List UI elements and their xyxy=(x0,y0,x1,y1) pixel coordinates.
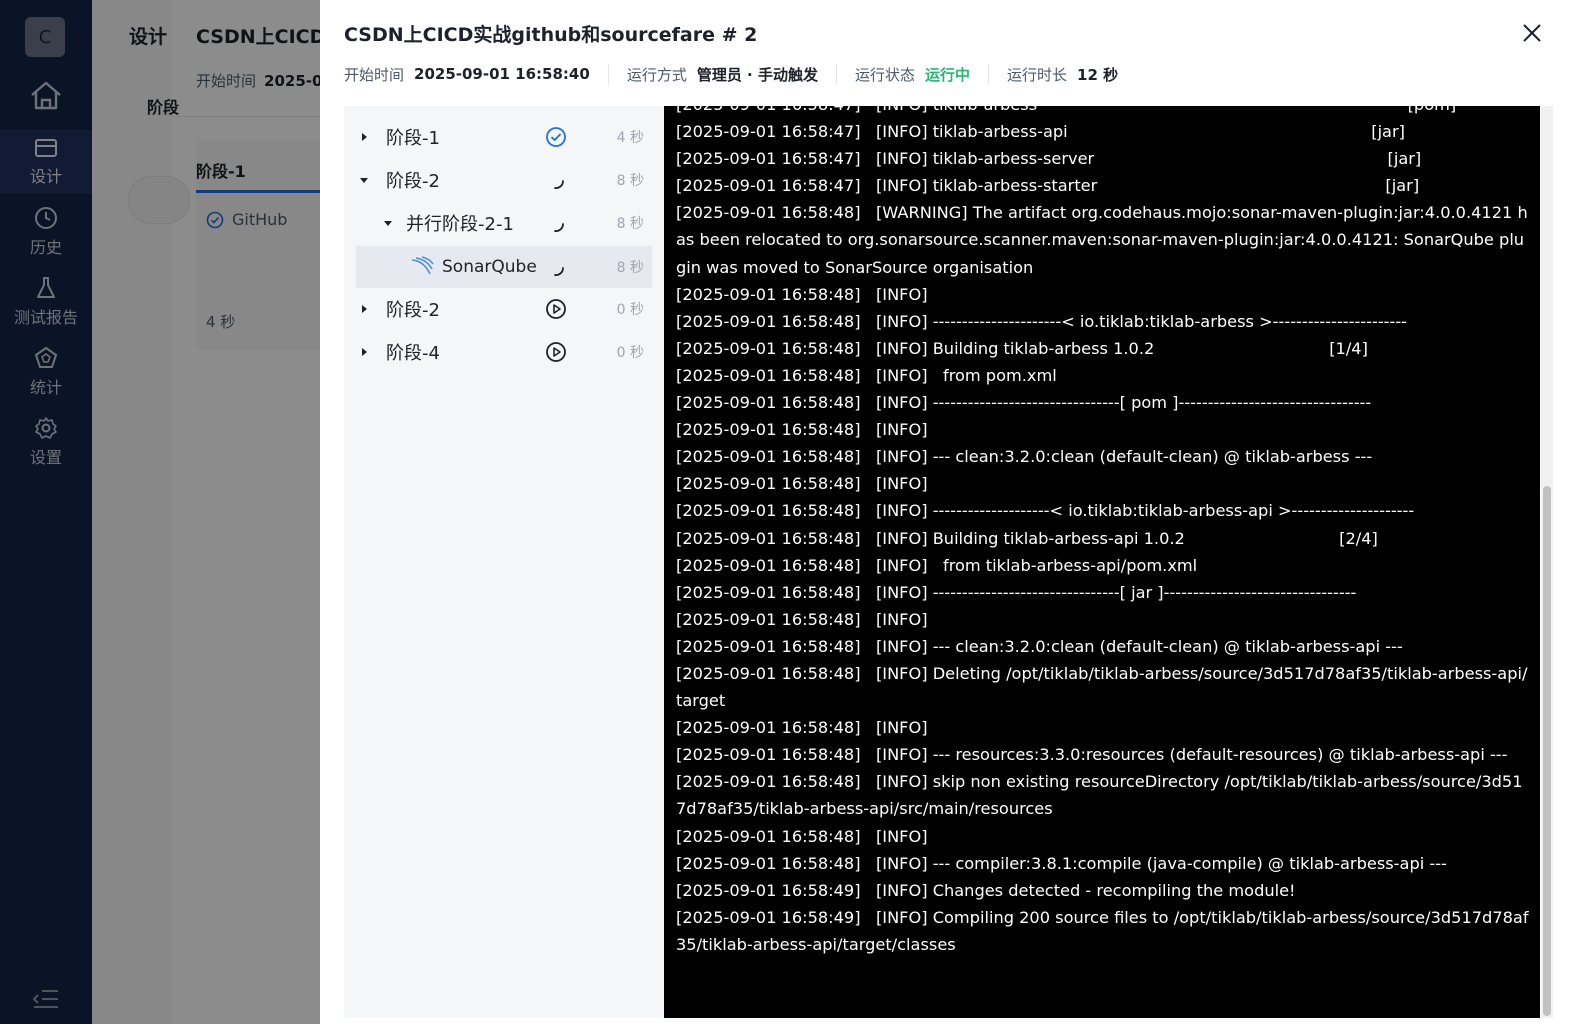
log-scrollbar-thumb[interactable] xyxy=(1543,486,1551,1016)
tree-item-time: 4 秒 xyxy=(616,130,644,146)
meta-label: 运行方式 xyxy=(626,65,687,84)
log-line: [2025-09-01 16:58:48] [INFO] Building ti… xyxy=(676,528,1378,548)
run-detail-drawer: CSDN上CICD实战github和sourcefare # 2 开始时间 20… xyxy=(320,0,1595,1024)
tree-item-sonarqube[interactable]: SonarQube 8 秒 xyxy=(356,246,652,288)
log-line: [2025-09-01 16:58:48] [INFO] xyxy=(676,420,928,440)
log-line: [2025-09-01 16:58:48] [INFO] --- compile… xyxy=(676,853,1447,873)
meta-label: 开始时间 xyxy=(344,65,405,84)
pending-play-icon xyxy=(544,340,568,364)
caret-right-icon[interactable] xyxy=(356,301,372,317)
log-line: [2025-09-01 16:58:48] [INFO] -----------… xyxy=(676,393,1372,413)
log-line: [2025-09-01 16:58:48] [INFO] from pom.xm… xyxy=(676,365,1057,385)
caret-right-icon[interactable] xyxy=(356,129,372,145)
log-line: [2025-09-01 16:58:47] [INFO] tiklab-arbe… xyxy=(676,176,1420,196)
log-line: [2025-09-01 16:58:48] [INFO] skip non ex… xyxy=(676,772,1523,819)
log-line: [2025-09-01 16:58:48] [INFO] Building ti… xyxy=(676,338,1368,358)
tree-item-label: 并行阶段-2-1 xyxy=(406,214,514,235)
caret-down-icon[interactable] xyxy=(356,172,372,188)
log-lines: [2025-09-01 16:58:47] [INFO] tiklab-arbe… xyxy=(676,106,1532,958)
log-line: [2025-09-01 16:58:49] [INFO] Compiling 2… xyxy=(676,907,1529,954)
log-line: [2025-09-01 16:58:48] [INFO] xyxy=(676,284,928,304)
log-output[interactable]: [2025-09-01 16:58:47] [INFO] tiklab-arbe… xyxy=(664,106,1540,1018)
close-icon xyxy=(1523,24,1541,42)
tree-item-label: 阶段-2 xyxy=(386,171,440,192)
log-line: [2025-09-01 16:58:48] [INFO] xyxy=(676,474,928,494)
tree-item-time: 8 秒 xyxy=(616,173,644,189)
log-line: [2025-09-01 16:58:47] [INFO] tiklab-arbe… xyxy=(676,122,1405,142)
meta-label: 运行状态 xyxy=(854,65,915,84)
status-badge: 运行中 xyxy=(925,65,971,84)
log-line: [2025-09-01 16:58:48] [WARNING] The arti… xyxy=(676,203,1528,277)
meta-value: 12 秒 xyxy=(1077,65,1119,84)
log-line: [2025-09-01 16:58:48] [INFO] --- resourc… xyxy=(676,745,1508,765)
success-check-icon xyxy=(544,125,568,149)
log-line: [2025-09-01 16:58:47] [INFO] tiklab-arbe… xyxy=(676,149,1422,169)
caret-right-icon[interactable] xyxy=(356,344,372,360)
tree-item-time: 8 秒 xyxy=(616,216,644,232)
log-line: [2025-09-01 16:58:48] [INFO] xyxy=(676,826,928,846)
pending-play-icon xyxy=(544,297,568,321)
meta-run-duration: 运行时长 12 秒 xyxy=(988,63,1136,85)
tree-item-label: 阶段-2 xyxy=(386,300,440,321)
tree-item-time: 8 秒 xyxy=(616,260,644,276)
loading-spinner-icon xyxy=(544,168,568,192)
caret-down-icon[interactable] xyxy=(380,215,396,231)
drawer-title: CSDN上CICD实战github和sourcefare # 2 xyxy=(344,24,758,46)
tree-item-time: 0 秒 xyxy=(616,302,644,318)
meta-run-mode: 运行方式 管理员 · 手动触发 xyxy=(607,63,836,85)
tree-item-label: SonarQube xyxy=(442,257,537,277)
tree-item-label: 阶段-1 xyxy=(386,128,440,149)
loading-spinner-icon xyxy=(544,211,568,235)
meta-label: 运行时长 xyxy=(1007,65,1068,84)
log-line: [2025-09-01 16:58:48] [INFO] --- clean:3… xyxy=(676,447,1373,467)
meta-value: 2025-09-01 16:58:40 xyxy=(414,65,590,83)
tree-item-parallel-stage[interactable]: 并行阶段-2-1 8 秒 xyxy=(356,203,652,243)
log-line: [2025-09-01 16:58:49] [INFO] Changes det… xyxy=(676,880,1296,900)
log-line: [2025-09-01 16:58:48] [INFO] --- clean:3… xyxy=(676,636,1403,656)
tree-item-stage-4[interactable]: 阶段-4 0 秒 xyxy=(356,332,652,372)
run-meta: 开始时间 2025-09-01 16:58:40 运行方式 管理员 · 手动触发… xyxy=(344,62,1136,86)
loading-spinner-icon xyxy=(544,255,568,279)
tree-item-label: 阶段-4 xyxy=(386,343,440,364)
tree-item-stage-2[interactable]: 阶段-2 8 秒 xyxy=(356,160,652,200)
log-line: [2025-09-01 16:58:48] [INFO] xyxy=(676,609,928,629)
tree-item-stage-3[interactable]: 阶段-2 0 秒 xyxy=(356,289,652,329)
log-line: [2025-09-01 16:58:48] [INFO] -----------… xyxy=(676,501,1415,521)
log-line: [2025-09-01 16:58:48] [INFO] -----------… xyxy=(676,311,1408,331)
close-button[interactable] xyxy=(1519,20,1545,46)
log-line: [2025-09-01 16:58:47] [INFO] tiklab-arbe… xyxy=(676,106,1532,118)
tree-item-time: 0 秒 xyxy=(616,345,644,361)
meta-run-status: 运行状态 运行中 xyxy=(835,63,988,85)
log-line: [2025-09-01 16:58:48] [INFO] Deleting /o… xyxy=(676,663,1528,711)
log-line: [2025-09-01 16:58:48] [INFO] -----------… xyxy=(676,582,1357,602)
log-scrollbar[interactable] xyxy=(1541,106,1553,1018)
tree-item-stage-1[interactable]: 阶段-1 4 秒 xyxy=(356,117,652,157)
meta-start-time: 开始时间 2025-09-01 16:58:40 xyxy=(344,64,608,85)
meta-value: 管理员 · 手动触发 xyxy=(696,65,818,84)
stage-tree: 阶段-1 4 秒 阶段-2 8 秒 并行阶段-2-1 8 秒 SonarQube… xyxy=(344,106,664,1018)
log-line: [2025-09-01 16:58:48] [INFO] from tiklab… xyxy=(676,555,1198,575)
log-line: [2025-09-01 16:58:48] [INFO] xyxy=(676,718,928,738)
sonarqube-icon xyxy=(410,256,434,278)
